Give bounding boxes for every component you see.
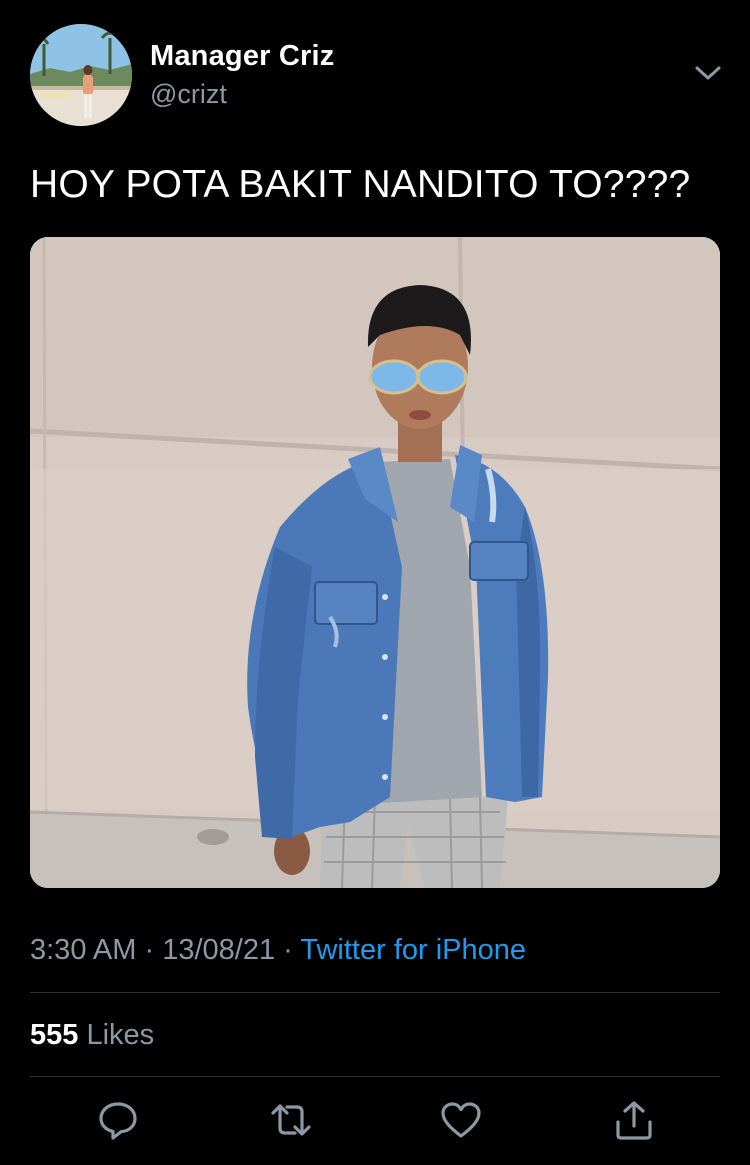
tweet-date: 13/08/21 [162, 934, 276, 966]
meta-separator: · [144, 934, 155, 966]
tweet-photo[interactable] [30, 237, 720, 888]
share-button[interactable] [612, 1098, 656, 1142]
like-button[interactable] [439, 1098, 483, 1142]
display-name[interactable]: Manager Criz [150, 40, 335, 73]
divider [30, 992, 720, 993]
share-icon [616, 1101, 652, 1140]
chevron-down-icon [695, 66, 721, 80]
tweet-text: HOY POTA BAKIT NANDITO TO???? [30, 163, 691, 206]
meta-separator: · [283, 934, 293, 966]
tweet-detail: Manager Criz @crizt HOY POTA BAKIT NANDI… [0, 0, 750, 1165]
retweet-icon [271, 1104, 311, 1136]
likes-label: Likes [86, 1019, 155, 1051]
avatar-photo [30, 24, 132, 126]
heart-icon [441, 1102, 481, 1138]
tweet-time: 3:30 AM [30, 934, 137, 966]
divider [30, 1076, 720, 1077]
user-handle[interactable]: @crizt [150, 79, 227, 110]
photo-content [30, 237, 720, 888]
retweet-button[interactable] [269, 1098, 313, 1142]
tweet-meta: 3:30 AM · 13/08/21 · Twitter for iPhone [30, 934, 526, 967]
reply-bubble-icon [99, 1102, 137, 1140]
avatar[interactable] [30, 24, 132, 126]
likes-stat[interactable]: 555 Likes [30, 1019, 154, 1052]
tweet-source-link[interactable]: Twitter for iPhone [300, 934, 526, 966]
likes-count: 555 [30, 1019, 79, 1051]
more-options-button[interactable] [692, 62, 724, 86]
reply-button[interactable] [96, 1098, 140, 1142]
